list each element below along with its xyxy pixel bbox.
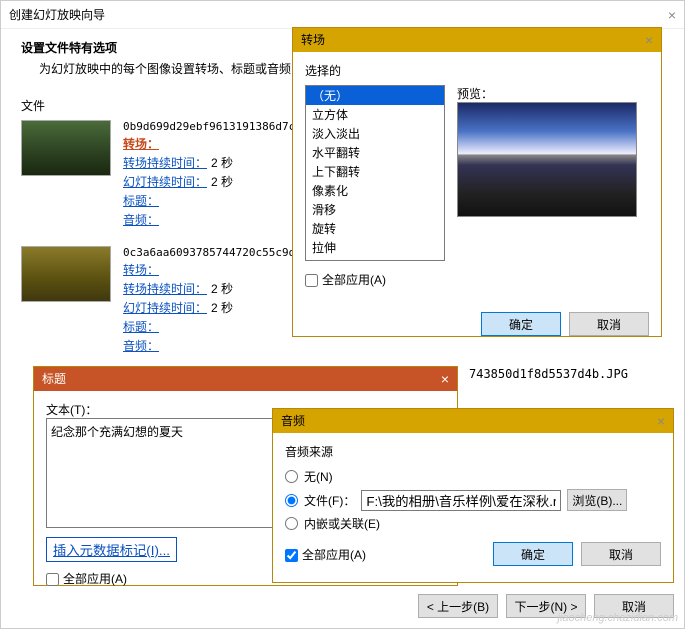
transition-option[interactable]: 旋转	[306, 219, 444, 238]
title-link[interactable]: 标题：	[123, 194, 159, 208]
cancel-button[interactable]: 取消	[581, 542, 661, 566]
browse-button[interactable]: 浏览(B)...	[567, 489, 627, 511]
wizard-title: 创建幻灯放映向导	[9, 1, 105, 28]
apply-all-checkbox[interactable]	[46, 573, 59, 586]
cancel-button[interactable]: 取消	[569, 312, 649, 336]
title-dialog-title: 标题	[42, 367, 66, 391]
audio-file-label: 文件(F)：	[304, 492, 355, 509]
audio-none-label: 无(N)	[304, 468, 333, 485]
slide-duration-value: 2 秒	[211, 301, 233, 315]
audio-link[interactable]: 音频：	[123, 339, 159, 353]
transition-option[interactable]: （无）	[306, 86, 444, 105]
preview-label: 预览：	[457, 85, 649, 102]
audio-file-radio[interactable]	[285, 494, 298, 507]
next-button[interactable]: 下一步(N) >	[506, 594, 586, 618]
cancel-button[interactable]: 取消	[594, 594, 674, 618]
apply-all-label[interactable]: 全部应用(A)	[285, 546, 366, 563]
ok-button[interactable]: 确定	[481, 312, 561, 336]
file-thumbnail[interactable]	[21, 246, 111, 302]
transition-option[interactable]: 拉伸	[306, 238, 444, 257]
apply-all-label[interactable]: 全部应用(A)	[46, 572, 127, 586]
transition-link[interactable]: 转场：	[123, 263, 159, 277]
insert-metadata-button[interactable]: 插入元数据标记(I)...	[46, 537, 177, 562]
transition-duration-value: 2 秒	[211, 156, 233, 170]
audio-embed-label: 内嵌或关联(E)	[304, 515, 380, 532]
transition-option[interactable]: 上下翻转	[306, 162, 444, 181]
slide-duration-value: 2 秒	[211, 175, 233, 189]
audio-embed-radio[interactable]	[285, 517, 298, 530]
transition-option[interactable]: 水平翻转	[306, 143, 444, 162]
transition-link[interactable]: 转场：	[123, 137, 159, 151]
transition-duration-value: 2 秒	[211, 282, 233, 296]
prev-button[interactable]: < 上一步(B)	[418, 594, 498, 618]
apply-all-label[interactable]: 全部应用(A)	[305, 273, 386, 287]
transition-option[interactable]: 百叶窗	[306, 257, 444, 261]
slide-duration-link[interactable]: 幻灯持续时间：	[123, 301, 207, 315]
apply-all-checkbox[interactable]	[285, 549, 298, 562]
transition-duration-link[interactable]: 转场持续时间：	[123, 156, 207, 170]
transition-duration-link[interactable]: 转场持续时间：	[123, 282, 207, 296]
transition-listbox[interactable]: （无） 立方体 淡入淡出 水平翻转 上下翻转 像素化 滑移 旋转 拉伸 百叶窗 …	[305, 85, 445, 261]
audio-file-path[interactable]	[361, 490, 561, 511]
audio-none-radio[interactable]	[285, 470, 298, 483]
close-icon[interactable]: ×	[645, 28, 653, 52]
selected-label: 选择的	[305, 62, 649, 79]
slide-duration-link[interactable]: 幻灯持续时间：	[123, 175, 207, 189]
preview-image	[457, 102, 637, 217]
audio-source-label: 音频来源	[285, 443, 661, 460]
transition-dialog: 转场 × 选择的 （无） 立方体 淡入淡出 水平翻转 上下翻转 像素化 滑移 旋…	[292, 27, 662, 337]
transition-dialog-title: 转场	[301, 28, 325, 52]
orphan-file-id: 743850d1f8d5537d4b.JPG	[469, 367, 628, 381]
audio-dialog: 音频 × 音频来源 无(N) 文件(F)： 浏览(B)... 内嵌或关联(E) …	[272, 408, 674, 583]
title-link[interactable]: 标题：	[123, 320, 159, 334]
transition-option[interactable]: 滑移	[306, 200, 444, 219]
close-icon[interactable]: ×	[657, 409, 665, 433]
file-thumbnail[interactable]	[21, 120, 111, 176]
file-id: 0b9d699d29ebf9613191386d7c	[123, 120, 295, 133]
audio-link[interactable]: 音频：	[123, 213, 159, 227]
transition-option[interactable]: 立方体	[306, 105, 444, 124]
close-icon[interactable]: ×	[668, 1, 676, 28]
audio-dialog-title: 音频	[281, 409, 305, 433]
apply-all-checkbox[interactable]	[305, 274, 318, 287]
transition-option[interactable]: 像素化	[306, 181, 444, 200]
file-id: 0c3a6aa6093785744720c55c9d	[123, 246, 295, 259]
close-icon[interactable]: ×	[441, 367, 449, 391]
transition-option[interactable]: 淡入淡出	[306, 124, 444, 143]
ok-button[interactable]: 确定	[493, 542, 573, 566]
